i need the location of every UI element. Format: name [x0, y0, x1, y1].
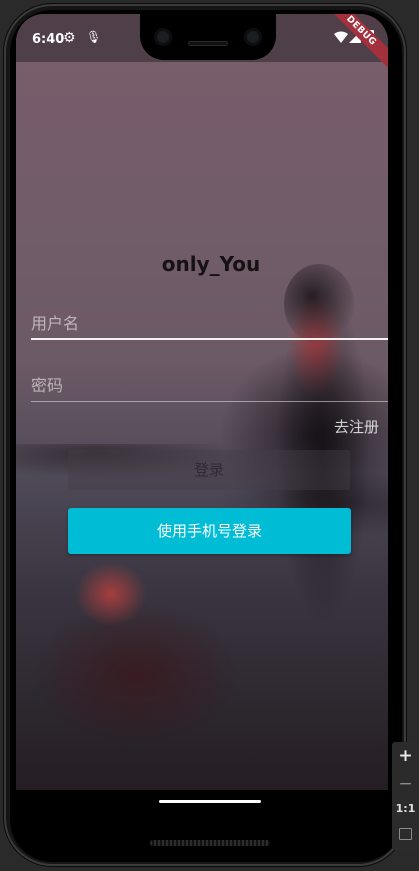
status-time: 6:40	[32, 32, 65, 47]
password-field[interactable]: 密码	[31, 362, 388, 402]
zoom-out-icon[interactable]: −	[392, 774, 419, 794]
fit-screen-icon[interactable]	[399, 828, 412, 840]
home-gesture-handle[interactable]	[159, 800, 261, 803]
login-button[interactable]: 登录	[68, 450, 350, 490]
navigation-bar	[16, 790, 388, 812]
app-screen: 6:40 ⚙ 🎙 DEBUG only_You 用户名 密码 去注册 登录 使用…	[16, 14, 388, 790]
camera-notch	[140, 14, 276, 60]
background-foliage	[16, 444, 388, 790]
username-underline	[31, 338, 388, 340]
app-title: only_You	[161, 252, 261, 276]
wifi-icon	[334, 31, 348, 43]
username-placeholder: 用户名	[31, 314, 80, 333]
mic-icon: 🎙	[86, 30, 102, 44]
password-placeholder: 密码	[31, 376, 64, 395]
zoom-in-icon[interactable]: +	[392, 746, 419, 766]
zoom-ratio[interactable]: 1:1	[392, 802, 419, 815]
username-field[interactable]: 用户名	[31, 300, 388, 340]
emulator-zoom-panel: + − 1:1	[392, 742, 419, 850]
password-underline	[31, 401, 388, 402]
phone-login-button[interactable]: 使用手机号登录	[68, 508, 351, 554]
front-sensor-icon	[244, 28, 262, 46]
front-camera-icon	[154, 28, 172, 46]
bottom-speaker-grille	[150, 840, 270, 846]
register-link[interactable]: 去注册	[334, 416, 379, 437]
gear-icon: ⚙	[63, 30, 76, 46]
earpiece-speaker	[188, 41, 228, 46]
